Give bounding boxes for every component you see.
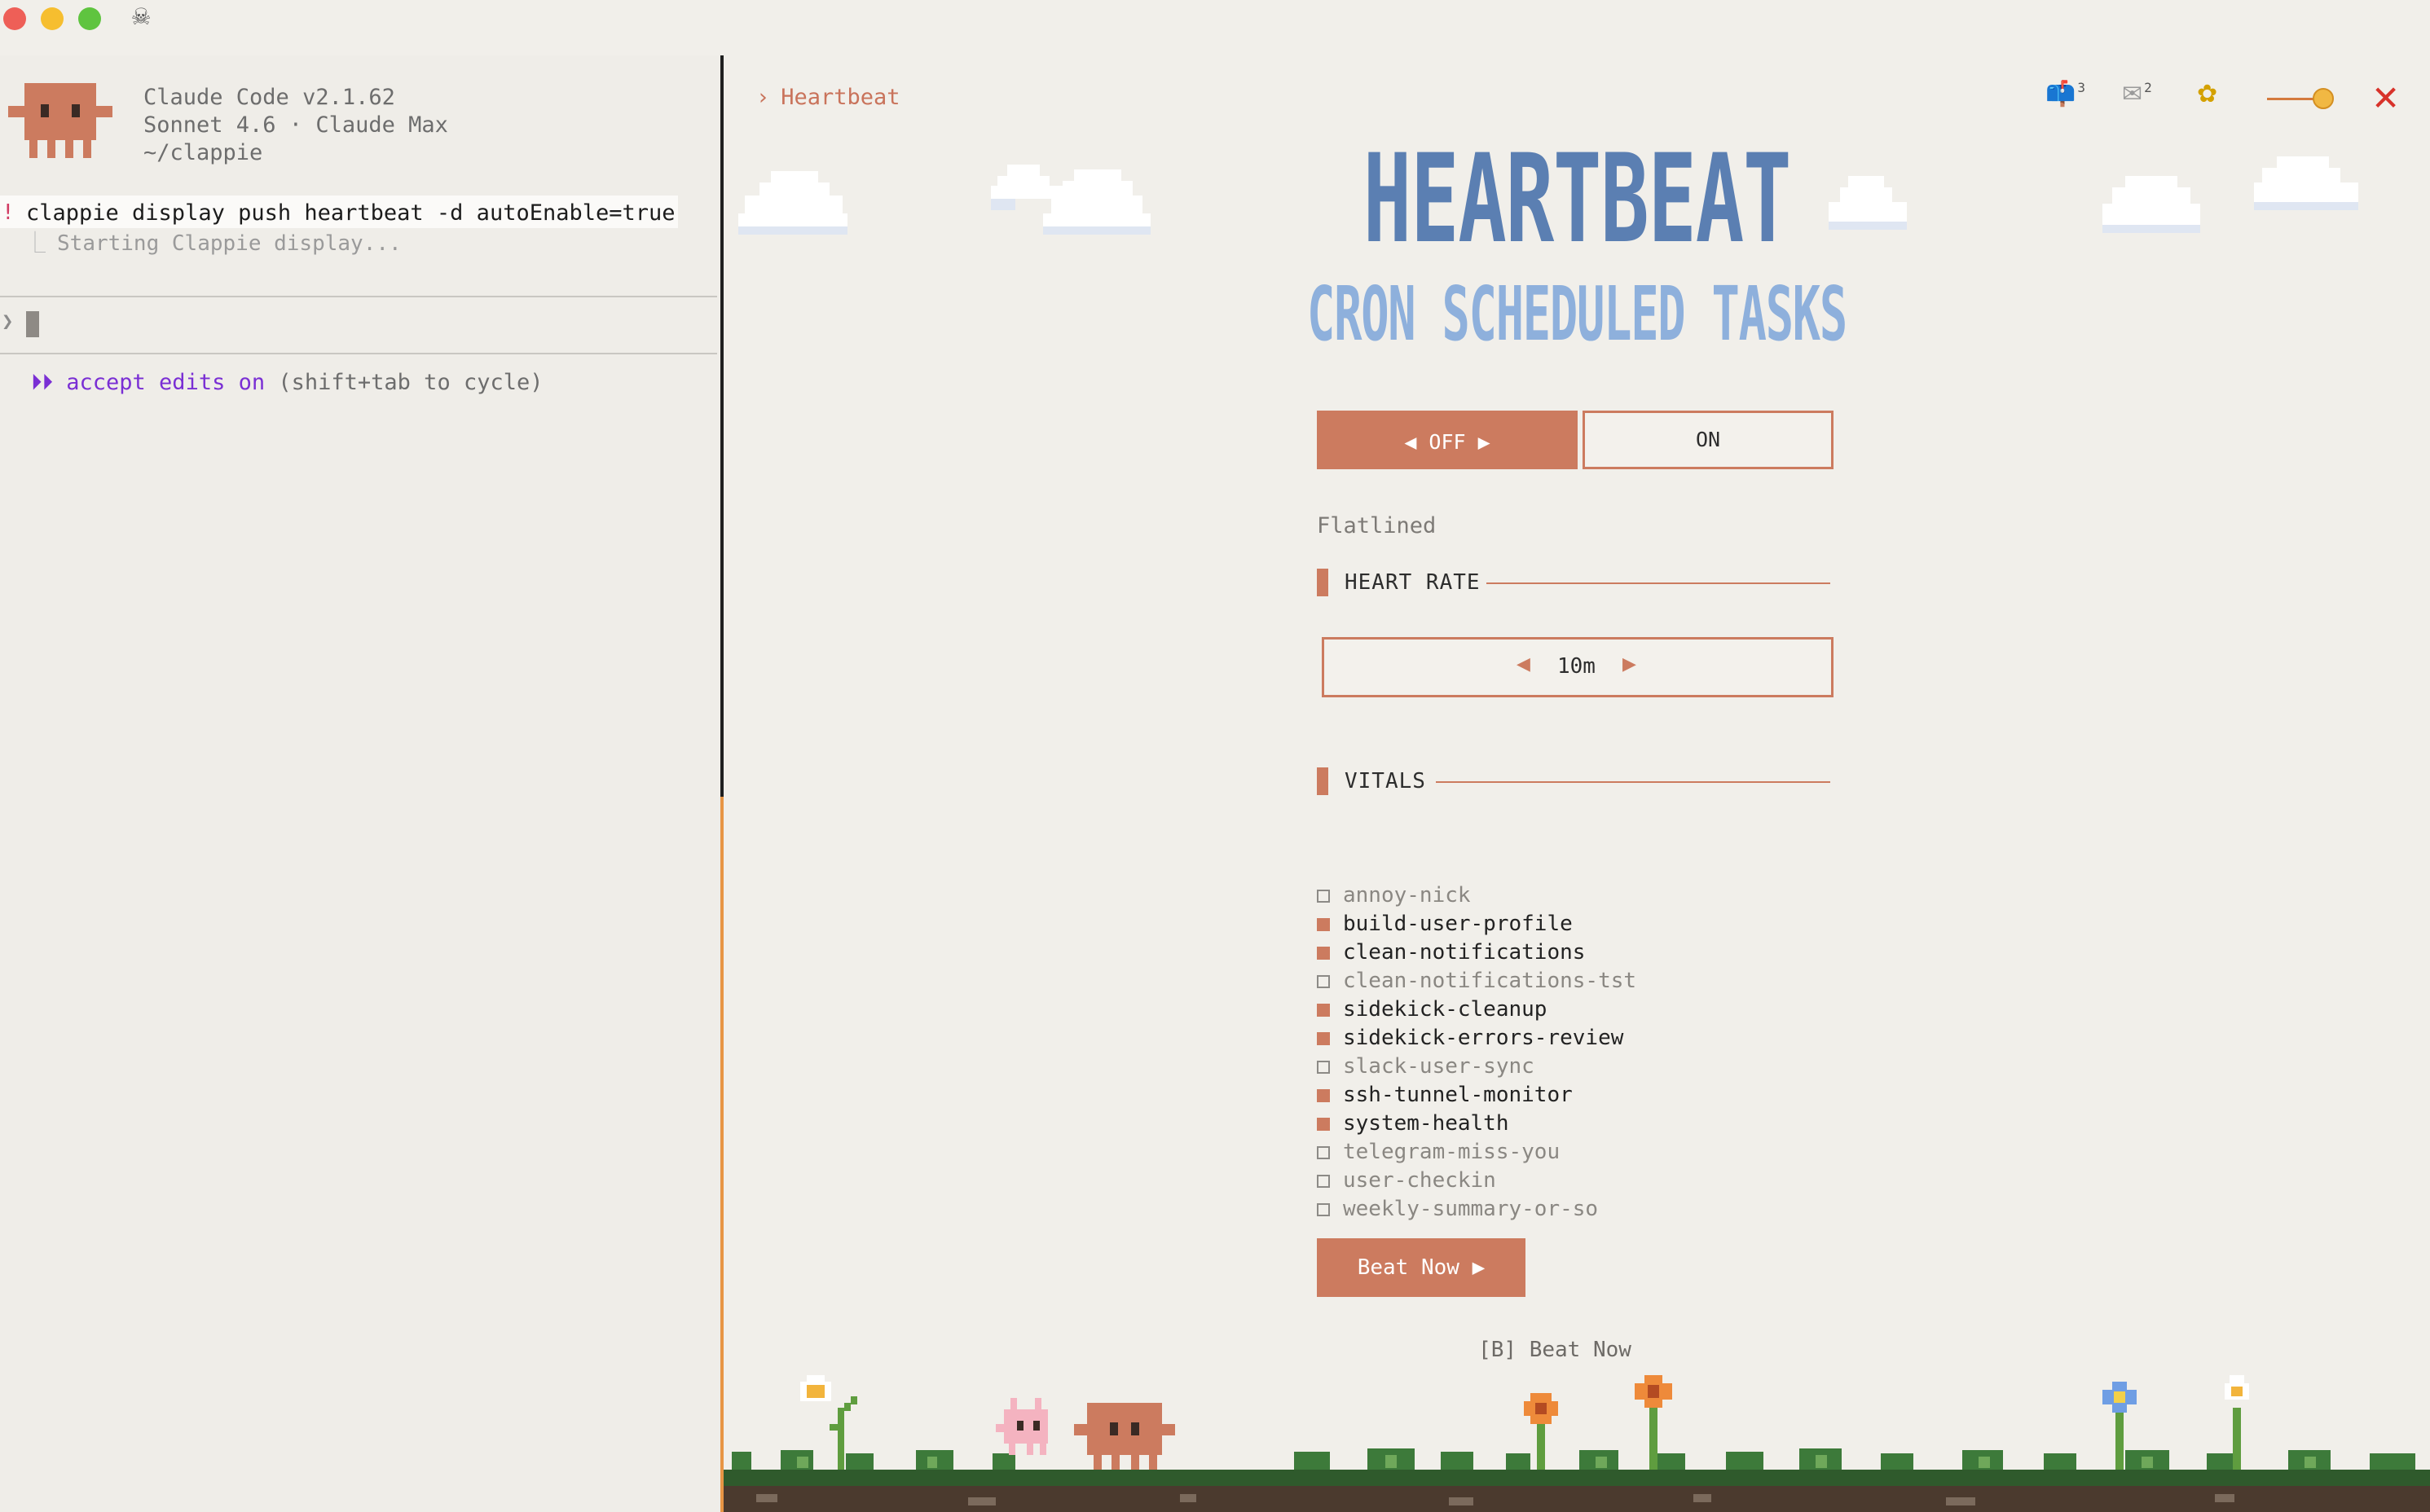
input-divider (0, 296, 717, 297)
vital-name: annoy-nick (1343, 883, 1471, 908)
checkbox-icon[interactable] (1317, 890, 1330, 903)
vitals-heading: VITALS (1317, 767, 1830, 795)
checkbox-icon[interactable] (1317, 1089, 1330, 1102)
vital-item[interactable]: telegram-miss-you (1317, 1138, 1887, 1167)
status-text: Flatlined (1317, 513, 1437, 538)
section-divider (1436, 781, 1830, 783)
checkbox-icon[interactable] (1317, 1146, 1330, 1159)
heart-rate-heading: HEART RATE (1317, 569, 1830, 596)
bash-marker: ! (2, 200, 15, 225)
heart-rate-stepper[interactable]: ◀ 10m ▶ (1322, 637, 1834, 697)
triangle-left-icon[interactable]: ◀ (1517, 654, 1530, 675)
page-subtitle: CRON SCHEDULED TASKS (1306, 270, 1847, 358)
vital-item[interactable]: sidekick-cleanup (1317, 996, 1887, 1024)
window-minimize-button[interactable] (41, 7, 64, 30)
vital-name: build-user-profile (1343, 912, 1573, 936)
checkbox-icon[interactable] (1317, 1118, 1330, 1131)
envelope-icon[interactable]: ✉ 2 (2122, 80, 2152, 114)
vital-item[interactable]: ssh-tunnel-monitor (1317, 1081, 1887, 1110)
mailbox-icon[interactable]: 📫 3 (2045, 80, 2085, 114)
clappie-mascot-icon (8, 83, 112, 158)
section-divider (1486, 582, 1830, 584)
model-info: Sonnet 4.6 · Claude Max (143, 112, 448, 138)
triangle-right-icon[interactable]: ▶ (1622, 654, 1636, 675)
mail-count-badge: 2 (2144, 80, 2152, 95)
window-close-button[interactable] (3, 7, 26, 30)
command-text: clappie display push heartbeat -d autoEn… (26, 200, 676, 226)
smiley-icon[interactable] (2313, 88, 2334, 109)
sunflower-icon[interactable]: ✿ (2197, 80, 2217, 114)
vitals-list: annoy-nick build-user-profile clean-noti… (1317, 881, 1887, 1224)
fast-forward-icon: ⏵⏵ (31, 370, 53, 395)
vital-name: ssh-tunnel-monitor (1343, 1083, 1573, 1107)
vital-item[interactable]: user-checkin (1317, 1167, 1887, 1195)
page-title: HEARTBEAT (1362, 129, 1792, 270)
section-label: VITALS (1345, 769, 1426, 793)
checkbox-icon[interactable] (1317, 1061, 1330, 1074)
section-marker (1317, 569, 1328, 596)
vital-item[interactable]: clean-notifications (1317, 938, 1887, 967)
toggle-off-button[interactable]: ◀ OFF ▶ (1317, 411, 1578, 469)
mode-indicator[interactable]: ⏵⏵ accept edits on (shift+tab to cycle) (31, 370, 543, 396)
vital-name: sidekick-cleanup (1343, 997, 1547, 1022)
tree-branch-icon: ⎿ (24, 231, 46, 256)
vital-item[interactable]: system-health (1317, 1110, 1887, 1138)
checkbox-icon[interactable] (1317, 947, 1330, 960)
grass-ground-decoration (724, 1375, 2430, 1512)
ghost-icon: ☠ (130, 3, 152, 30)
beat-now-button[interactable]: Beat Now ▶ (1317, 1238, 1525, 1297)
prompt-chevron-icon: ❯ (2, 310, 14, 332)
terminal-pane: Claude Code v2.1.62 Sonnet 4.6 · Claude … (0, 55, 720, 1512)
mood-slider[interactable] (2267, 88, 2335, 109)
checkbox-icon[interactable] (1317, 1175, 1330, 1188)
vital-name: clean-notifications-tst (1343, 969, 1637, 993)
close-icon[interactable]: ✕ (2371, 78, 2400, 118)
window-titlebar: ☠ (0, 0, 2430, 55)
vital-item[interactable]: annoy-nick (1317, 881, 1887, 910)
command-line: ! clappie display push heartbeat -d auto… (0, 196, 678, 228)
vital-name: telegram-miss-you (1343, 1140, 1561, 1164)
checkbox-icon[interactable] (1317, 1203, 1330, 1216)
breadcrumb-label: Heartbeat (781, 85, 900, 110)
prompt-input[interactable] (26, 311, 39, 337)
vital-name: system-health (1343, 1111, 1509, 1136)
working-directory: ~/clappie (143, 140, 263, 165)
display-pane: › Heartbeat 📫 3 ✉ 2 ✿ ✕ HEARTBEAT CRON SCHE… (724, 55, 2430, 1512)
section-label: HEART RATE (1345, 570, 1481, 595)
command-output: ⎿ Starting Clappie display... (24, 226, 402, 257)
heart-rate-value: 10m (1557, 654, 1596, 679)
command-output-text: Starting Clappie display... (57, 231, 402, 256)
shortcut-hint: [B] Beat Now (1478, 1338, 1631, 1362)
vital-item[interactable]: clean-notifications-tst (1317, 967, 1887, 996)
vital-item[interactable]: weekly-summary-or-so (1317, 1195, 1887, 1224)
mailbox-count-badge: 3 (2077, 80, 2085, 95)
mode-label: accept edits on (66, 370, 266, 395)
window-maximize-button[interactable] (78, 7, 101, 30)
checkbox-icon[interactable] (1317, 918, 1330, 931)
vital-item[interactable]: slack-user-sync (1317, 1053, 1887, 1081)
toggle-on-button[interactable]: ON (1583, 411, 1834, 469)
input-divider (0, 353, 717, 354)
checkbox-icon[interactable] (1317, 975, 1330, 988)
vital-name: weekly-summary-or-so (1343, 1197, 1599, 1221)
mode-hint: (shift+tab to cycle) (278, 370, 544, 395)
checkbox-icon[interactable] (1317, 1004, 1330, 1017)
vital-item[interactable]: build-user-profile (1317, 910, 1887, 938)
breadcrumb[interactable]: › Heartbeat (756, 85, 900, 110)
vital-name: user-checkin (1343, 1168, 1496, 1193)
vital-item[interactable]: sidekick-errors-review (1317, 1024, 1887, 1053)
vital-name: clean-notifications (1343, 940, 1586, 965)
slider-track (2267, 98, 2316, 100)
app-version: Claude Code v2.1.62 (143, 85, 395, 110)
section-marker (1317, 767, 1328, 795)
checkbox-icon[interactable] (1317, 1032, 1330, 1045)
vital-name: slack-user-sync (1343, 1054, 1534, 1079)
chevron-right-icon: › (756, 85, 770, 110)
vital-name: sidekick-errors-review (1343, 1026, 1624, 1050)
